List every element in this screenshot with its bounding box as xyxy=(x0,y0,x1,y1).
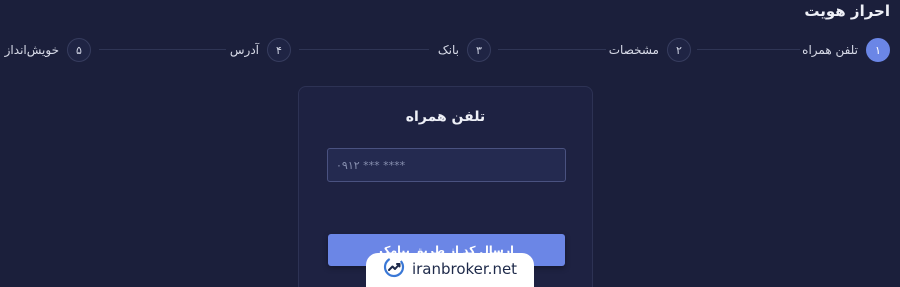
step-label: آدرس xyxy=(229,43,259,57)
step-phone[interactable]: ۱ تلفن همراه xyxy=(802,37,890,63)
step-label: بانک xyxy=(437,43,459,57)
identity-verification-page: احراز هویت ۱ تلفن همراه ۲ مشخصات ۳ بانک … xyxy=(0,0,900,287)
step-profile[interactable]: ۲ مشخصات xyxy=(609,37,691,63)
card-title: تلفن همراه xyxy=(405,109,486,125)
step-label: خویش‌انداز xyxy=(4,43,59,57)
step-label: مشخصات xyxy=(608,43,659,57)
step-connector xyxy=(498,49,606,50)
step-connector xyxy=(299,49,429,50)
step-number-badge: ۱ xyxy=(866,38,890,62)
step-self-declaration[interactable]: ۵ خویش‌انداز xyxy=(5,37,91,63)
step-number-badge: ۴ xyxy=(267,38,291,62)
step-bank[interactable]: ۳ بانک xyxy=(438,37,491,63)
chart-trend-logo-icon xyxy=(383,256,405,282)
step-number-badge: ۵ xyxy=(67,38,91,62)
watermark-text: iranbroker.net xyxy=(411,260,518,278)
page-title: احراز هویت xyxy=(804,2,890,20)
step-connector xyxy=(99,49,226,50)
step-address[interactable]: ۴ آدرس xyxy=(230,37,291,63)
verification-stepper: ۱ تلفن همراه ۲ مشخصات ۳ بانک ۴ آدرس ۵ خو… xyxy=(0,37,900,63)
step-number-badge: ۳ xyxy=(467,38,491,62)
phone-number-input[interactable] xyxy=(327,148,566,182)
step-number-badge: ۲ xyxy=(667,38,691,62)
step-label: تلفن همراه xyxy=(802,43,858,57)
step-connector xyxy=(697,49,800,50)
watermark-badge: iranbroker.net xyxy=(366,253,534,287)
